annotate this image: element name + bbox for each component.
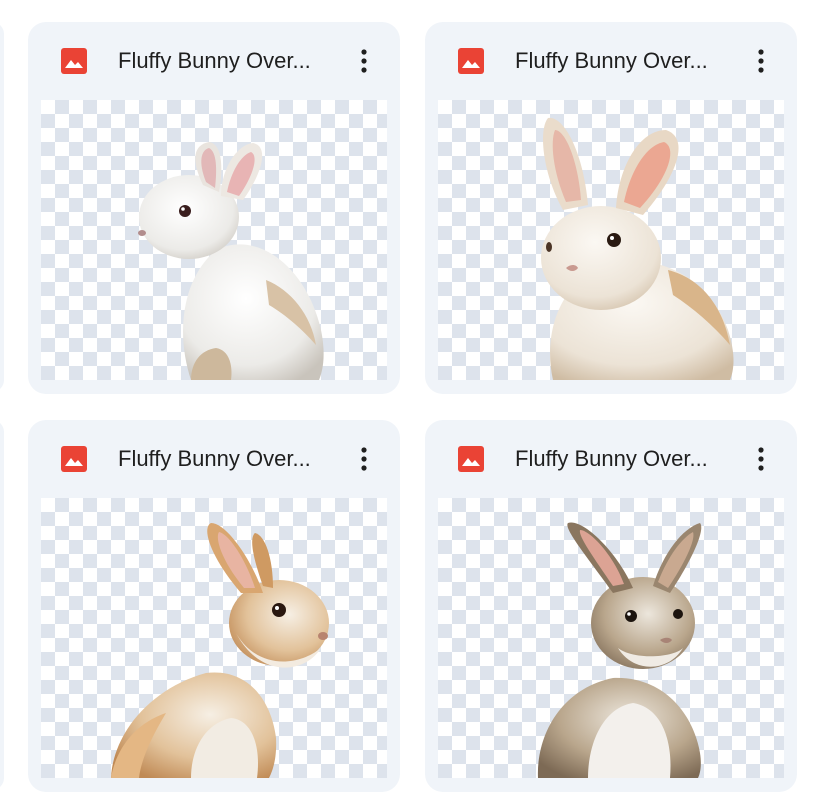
file-title[interactable]: Fluffy Bunny Over... bbox=[515, 47, 737, 75]
partial-file-card-left-top[interactable] bbox=[0, 22, 4, 392]
partial-file-card-left-bottom[interactable] bbox=[0, 420, 4, 790]
image-thumbnail[interactable] bbox=[438, 100, 784, 380]
file-card-header: Fluffy Bunny Over... bbox=[28, 420, 400, 498]
image-icon bbox=[458, 446, 484, 472]
file-card[interactable]: Fluffy Bunny Over... bbox=[425, 420, 797, 792]
more-options-button[interactable] bbox=[346, 439, 382, 479]
file-card[interactable]: Fluffy Bunny Over... bbox=[28, 22, 400, 394]
image-thumbnail[interactable] bbox=[41, 100, 387, 380]
file-title[interactable]: Fluffy Bunny Over... bbox=[118, 47, 340, 75]
file-title[interactable]: Fluffy Bunny Over... bbox=[118, 445, 340, 473]
image-icon bbox=[61, 48, 87, 74]
bunny-image bbox=[541, 117, 734, 380]
file-card-header: Fluffy Bunny Over... bbox=[425, 420, 797, 498]
image-thumbnail[interactable] bbox=[41, 498, 387, 778]
bunny-image bbox=[537, 522, 702, 778]
more-vert-icon bbox=[361, 447, 367, 471]
file-card[interactable]: Fluffy Bunny Over... bbox=[28, 420, 400, 792]
image-icon bbox=[458, 48, 484, 74]
file-card[interactable]: Fluffy Bunny Over... bbox=[425, 22, 797, 394]
more-options-button[interactable] bbox=[743, 41, 779, 81]
more-vert-icon bbox=[758, 49, 764, 73]
file-title[interactable]: Fluffy Bunny Over... bbox=[515, 445, 737, 473]
more-vert-icon bbox=[361, 49, 367, 73]
bunny-image bbox=[111, 523, 329, 778]
image-thumbnail[interactable] bbox=[438, 498, 784, 778]
more-options-button[interactable] bbox=[743, 439, 779, 479]
file-card-header: Fluffy Bunny Over... bbox=[28, 22, 400, 100]
file-card-header: Fluffy Bunny Over... bbox=[425, 22, 797, 100]
more-vert-icon bbox=[758, 447, 764, 471]
bunny-image bbox=[138, 142, 324, 380]
image-icon bbox=[61, 446, 87, 472]
more-options-button[interactable] bbox=[346, 41, 382, 81]
